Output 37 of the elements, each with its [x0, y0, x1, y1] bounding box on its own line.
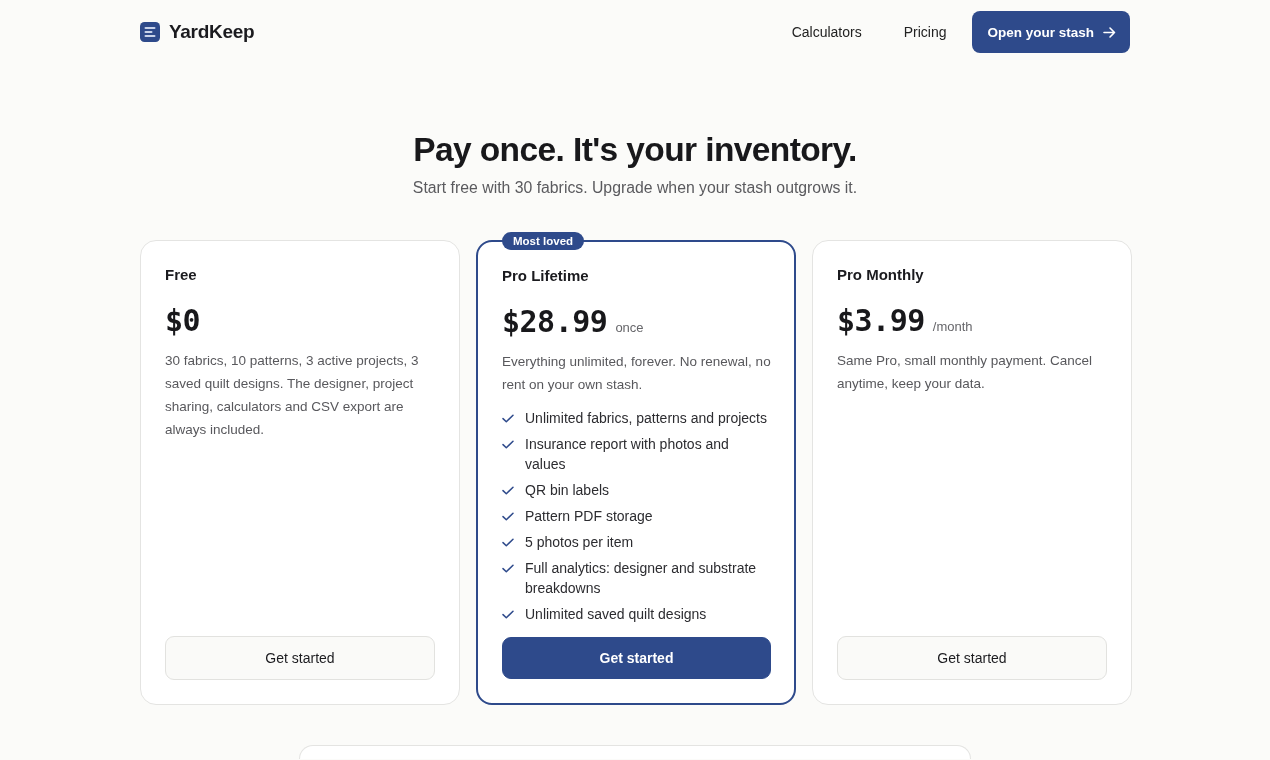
get-started-button[interactable]: Get started — [502, 637, 771, 679]
plan-name: Free — [165, 265, 198, 285]
check-icon — [502, 538, 514, 547]
hero-title: Pay once. It's your inventory. — [412, 130, 858, 170]
hero-subtitle: Start free with 30 fabrics. Upgrade when your stash outgrows it. — [411, 178, 859, 198]
check-icon — [502, 564, 514, 573]
check-icon — [502, 440, 514, 449]
arrow-right-icon — [1103, 25, 1116, 39]
logo-icon — [140, 22, 160, 42]
get-started-button[interactable]: Get started — [165, 636, 435, 680]
feature-text: Unlimited saved quilt designs — [525, 605, 707, 624]
feature-text: Full analytics: designer and substrate breakdowns — [525, 559, 758, 598]
price-period: once — [615, 320, 644, 335]
check-icon — [502, 610, 514, 619]
brand-name: YardKeep — [169, 21, 255, 43]
plan-description: Same Pro, small monthly payment. Cancel anytime, keep your data. — [837, 352, 1094, 393]
get-started-button[interactable]: Get started — [837, 636, 1107, 680]
open-stash-button[interactable]: Open your stash — [972, 11, 1130, 53]
nav-link[interactable]: Pricing — [895, 20, 955, 44]
feature-text: 5 photos per item — [525, 533, 634, 552]
feature-text: Pattern PDF storage — [525, 507, 653, 526]
feature-text: Unlimited fabrics, patterns and projects — [525, 409, 767, 428]
feature-text: QR bin labels — [525, 481, 610, 500]
plan-price: $3.99 — [837, 302, 925, 340]
plan-badge: Most loved — [502, 232, 585, 250]
check-icon — [502, 512, 514, 521]
plan-name: Pro Lifetime — [502, 266, 590, 286]
check-icon — [502, 486, 514, 495]
plan-price: $28.99 — [502, 303, 608, 341]
plan-description: 30 fabrics, 10 patterns, 3 active projects, 3 saved quilt designs. The designer, project sharing, calculators and CSV export are always included. — [165, 352, 420, 439]
price-period: /month — [932, 319, 973, 334]
plan-price: $0 — [165, 302, 201, 340]
nav-link[interactable]: Calculators — [783, 20, 870, 44]
plan-description: Everything unlimited, forever. No renewal, no rent on your own stash. — [502, 353, 771, 394]
check-icon — [502, 414, 514, 423]
plan-name: Pro Monthly — [837, 265, 925, 285]
feature-text: Insurance report with photos and values — [525, 435, 730, 474]
